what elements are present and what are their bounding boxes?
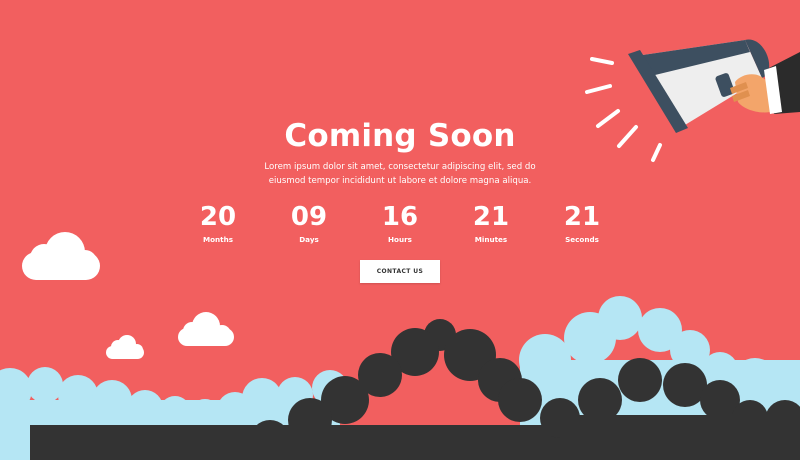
countdown-value: 20 [199,202,237,232]
countdown-value: 09 [290,202,328,232]
countdown-label: Seconds [565,235,599,244]
countdown-label: Months [202,235,234,244]
countdown-minutes: 21 Minutes [451,200,531,244]
hero-section: Coming Soon Lorem ipsum dolor sit amet, … [0,0,800,460]
hero-description: Lorem ipsum dolor sit amet, consectetur … [264,162,536,186]
countdown-value: 21 [563,202,601,232]
countdown-value: 16 [381,202,419,232]
countdown-hours: 16 Hours [360,200,440,244]
page-title: Coming Soon [284,118,516,154]
countdown-months: 20 Months [178,200,258,244]
countdown-label: Minutes [474,235,508,244]
contact-us-button[interactable]: CONTACT US [360,260,440,283]
countdown-label: Days [299,235,319,244]
countdown-label: Hours [388,235,412,244]
countdown-days: 09 Days [269,200,349,244]
countdown-seconds: 21 Seconds [542,200,622,244]
countdown-value: 21 [472,202,510,232]
